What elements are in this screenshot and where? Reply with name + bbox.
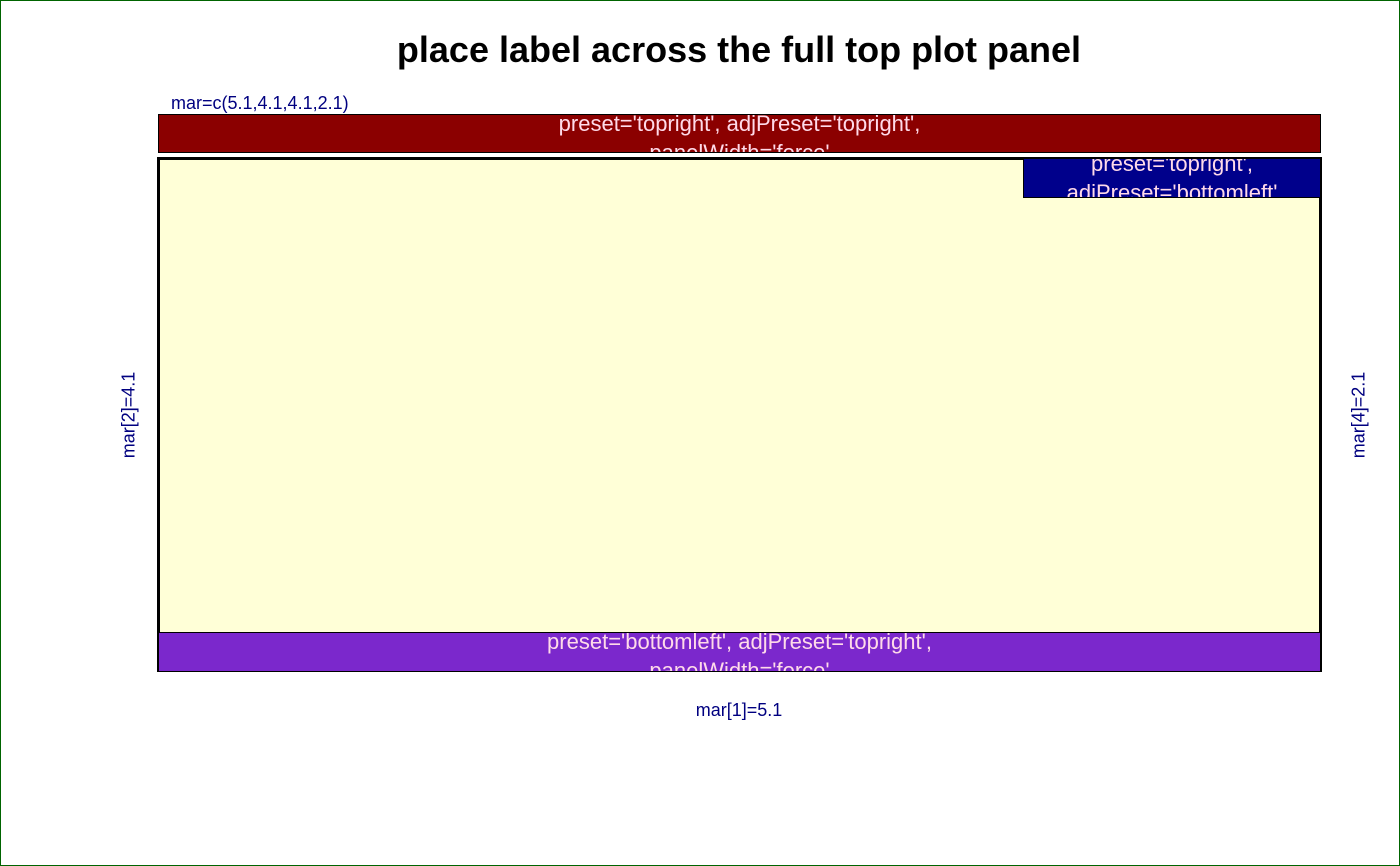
figure-canvas: place label across the full top plot pan… (0, 0, 1400, 866)
plot-title: place label across the full top plot pan… (396, 29, 1082, 70)
label-top-right-line1: preset='topright', (1091, 158, 1253, 176)
label-top-right: preset='topright', adjPreset='bottomleft… (1023, 158, 1321, 198)
label-top-full-line2: panelWidth='force' (649, 140, 830, 153)
label-bottom-full-line2: panelWidth='force' (649, 658, 830, 672)
label-bottom-full-line1: preset='bottomleft', adjPreset='topright… (547, 632, 932, 654)
label-top-full-line1: preset='topright', adjPreset='topright', (558, 114, 921, 136)
margin-right-label: mar[4]=2.1 (1348, 371, 1369, 459)
label-bottom-full-panel: preset='bottomleft', adjPreset='topright… (158, 632, 1321, 672)
margin-bottom-label: mar[1]=5.1 (695, 700, 783, 720)
margin-top-label: mar=c(5.1,4.1,4.1,2.1) (171, 93, 349, 113)
label-top-full-panel: preset='topright', adjPreset='topright',… (158, 114, 1321, 153)
label-top-right-line2: adjPreset='bottomleft' (1066, 180, 1278, 198)
plot-panel (157, 157, 1322, 672)
margin-left-label: mar[2]=4.1 (118, 371, 139, 459)
